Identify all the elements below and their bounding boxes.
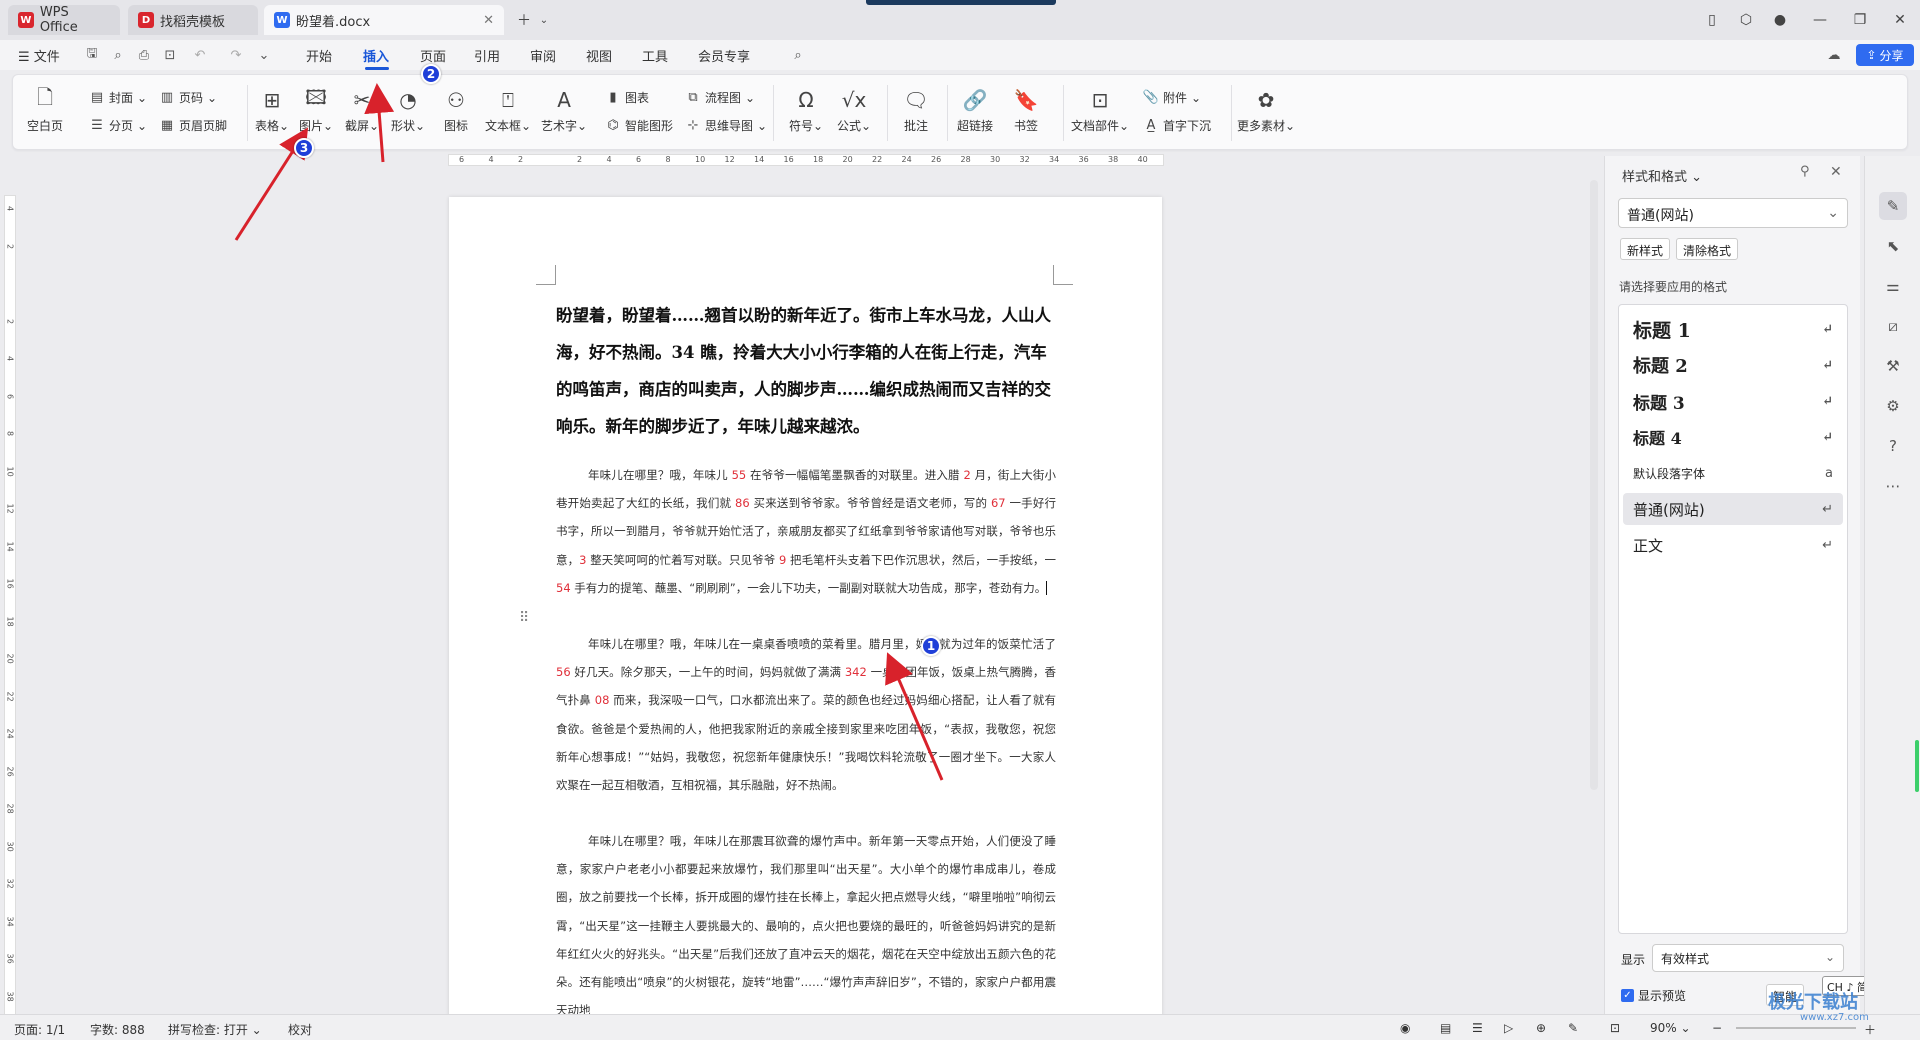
annotation-arrow-1 [885,652,944,781]
step-badge-3: 3 [294,138,314,158]
step-badge-1: 1 [921,636,941,656]
annotation-arrow-2 [364,83,395,163]
step-badge-2: 2 [421,64,441,84]
annotation-arrow-3 [234,127,309,241]
annotation-overlay [234,83,944,781]
